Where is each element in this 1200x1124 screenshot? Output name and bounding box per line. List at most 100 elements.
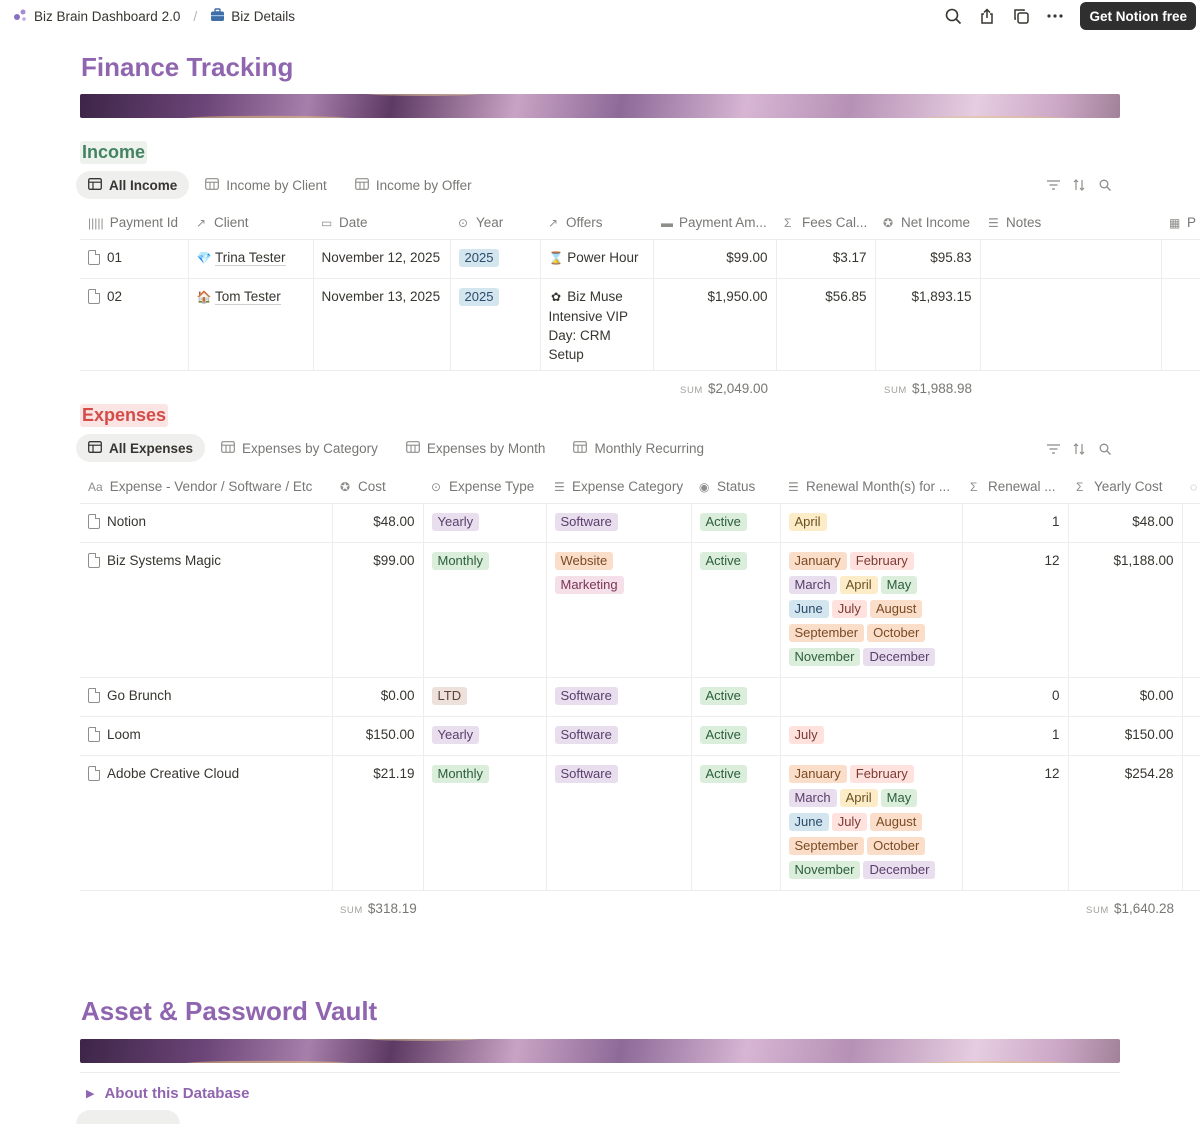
expense-name-cell[interactable]: Adobe Creative Cloud — [80, 755, 333, 891]
status-badge[interactable]: Active — [699, 512, 747, 531]
get-notion-free-button[interactable]: Get Notion free — [1080, 2, 1196, 30]
month-tag[interactable]: December — [863, 860, 936, 879]
search-icon[interactable] — [1098, 178, 1112, 192]
tab-monthly-recurring[interactable]: Monthly Recurring — [561, 434, 716, 462]
month-tag[interactable]: December — [863, 647, 936, 666]
column-header-net-income[interactable]: ✪ Net Income — [875, 206, 980, 240]
column-header-payment-amount[interactable]: ▬ Payment Am... — [653, 206, 776, 240]
expense-type-cell[interactable]: Monthly — [423, 755, 547, 891]
column-header-yearly-cost[interactable]: Σ Yearly Cost — [1068, 470, 1182, 504]
tab-income-by-offer[interactable]: Income by Offer — [343, 171, 484, 199]
table-row[interactable]: 02 🏠 Tom Tester November 13, 2025 2025 ✿… — [80, 278, 1200, 371]
expense-type-cell[interactable]: LTD — [423, 677, 547, 717]
expense-type-tag[interactable]: Monthly — [431, 551, 490, 570]
tab-all-income[interactable]: All Income — [76, 171, 190, 199]
cost-cell[interactable]: $48.00 — [332, 503, 424, 543]
month-tag[interactable]: November — [788, 860, 861, 879]
column-header-overflow[interactable]: ▦ P — [1161, 206, 1200, 240]
column-header-status[interactable]: ◉ Status — [691, 470, 780, 504]
column-header-expense-category[interactable]: ☰ Expense Category — [546, 470, 691, 504]
month-tag[interactable]: October — [867, 836, 926, 855]
overflow-cell[interactable] — [1182, 503, 1200, 543]
sort-icon[interactable] — [1072, 442, 1086, 456]
column-header-year[interactable]: ⊙ Year — [450, 206, 540, 240]
payment-amount[interactable]: $99.00 — [653, 239, 777, 279]
sort-icon[interactable] — [1072, 178, 1086, 192]
tab-all-expenses[interactable]: All Expenses — [76, 434, 206, 462]
column-header-expense[interactable]: Aa Expense - Vendor / Software / Etc — [80, 470, 332, 504]
year-tag[interactable]: 2025 — [458, 287, 500, 306]
month-tag[interactable]: July — [831, 812, 867, 831]
expense-name-cell[interactable]: Biz Systems Magic — [80, 542, 333, 678]
expense-name[interactable]: Notion — [107, 512, 146, 531]
category-tag[interactable]: Website — [554, 551, 614, 570]
month-tag[interactable]: June — [788, 599, 829, 618]
expense-name-cell[interactable]: Notion — [80, 503, 333, 543]
expense-type-cell[interactable]: Monthly — [423, 542, 547, 678]
status-badge[interactable]: Active — [699, 764, 747, 783]
share-icon[interactable] — [970, 2, 1004, 30]
table-row[interactable]: Biz Systems Magic $99.00 Monthly Website Mar… — [80, 542, 1200, 678]
offer-link[interactable]: Power Hour — [567, 250, 638, 265]
client-link[interactable]: Trina Tester — [215, 249, 286, 266]
month-tag[interactable]: June — [788, 812, 829, 831]
expense-type-tag[interactable]: Yearly — [431, 725, 480, 744]
month-tag[interactable]: September — [788, 623, 865, 642]
table-row[interactable]: Loom $150.00 Yearly Software Active July 1 $150… — [80, 716, 1200, 756]
category-tag[interactable]: Software — [554, 512, 618, 531]
status-cell[interactable]: Active — [691, 542, 781, 678]
tab-inactive-assets[interactable] — [308, 1110, 438, 1124]
column-header-date[interactable]: ▭ Date — [313, 206, 450, 240]
payment-amount[interactable]: $1,950.00 — [653, 278, 777, 371]
category-tag[interactable]: Marketing — [554, 575, 624, 594]
breadcrumb-item-dashboard[interactable]: Biz Brain Dashboard 2.0 — [34, 9, 180, 24]
cost-cell[interactable]: $150.00 — [332, 716, 424, 756]
month-tag[interactable]: April — [788, 512, 827, 531]
overflow-cell[interactable] — [1182, 542, 1200, 678]
expense-type-tag[interactable]: Monthly — [431, 764, 490, 783]
expense-category-cell[interactable]: Software — [546, 677, 692, 717]
expense-type-cell[interactable]: Yearly — [423, 503, 547, 543]
month-tag[interactable]: January — [788, 551, 847, 570]
tab-active-assets[interactable] — [184, 1110, 304, 1124]
column-header-cost[interactable]: ✪ Cost — [332, 470, 423, 504]
date-cell[interactable]: November 13, 2025 — [313, 278, 451, 371]
month-tag[interactable]: March — [788, 575, 837, 594]
column-header-renewals[interactable]: Σ Renewal ... — [962, 470, 1068, 504]
tab-income-by-client[interactable]: Income by Client — [193, 171, 339, 199]
renewal-months-cell[interactable] — [780, 677, 963, 717]
notes-cell[interactable] — [980, 278, 1162, 371]
cost-cell[interactable]: $99.00 — [332, 542, 424, 678]
date-cell[interactable]: November 12, 2025 — [313, 239, 451, 279]
more-icon[interactable] — [1038, 2, 1072, 30]
month-tag[interactable]: April — [839, 575, 878, 594]
expense-category-cell[interactable]: Software — [546, 503, 692, 543]
column-header-expense-type[interactable]: ⊙ Expense Type — [423, 470, 546, 504]
expense-name[interactable]: Adobe Creative Cloud — [107, 764, 239, 783]
expense-type-tag[interactable]: Yearly — [431, 512, 480, 531]
column-header-client[interactable]: ↗ Client — [188, 206, 313, 240]
status-badge[interactable]: Active — [699, 686, 747, 705]
breadcrumb-item-biz-details[interactable]: Biz Details — [231, 9, 295, 24]
month-tag[interactable]: July — [788, 725, 824, 744]
expense-category-cell[interactable]: Website Marketing — [546, 542, 692, 678]
expense-name[interactable]: Biz Systems Magic — [107, 551, 221, 570]
month-tag[interactable]: February — [849, 551, 914, 570]
column-header-offers[interactable]: ↗ Offers — [540, 206, 653, 240]
client-link[interactable]: Tom Tester — [215, 288, 281, 305]
column-header-overflow[interactable]: ◌ — [1182, 470, 1200, 504]
duplicate-icon[interactable] — [1004, 2, 1038, 30]
table-row[interactable]: Go Brunch $0.00 LTD Software Active 0 $0.00 — [80, 677, 1200, 717]
category-tag[interactable]: Software — [554, 725, 618, 744]
overflow-cell[interactable] — [1182, 677, 1200, 717]
renewal-months-cell[interactable]: January February March April May June July Augu… — [780, 755, 963, 891]
status-cell[interactable]: Active — [691, 503, 781, 543]
payment-id[interactable]: 01 — [107, 248, 122, 267]
month-tag[interactable]: March — [788, 788, 837, 807]
expense-category-cell[interactable]: Software — [546, 755, 692, 891]
cost-cell[interactable]: $21.19 — [332, 755, 424, 891]
tab-expenses-by-month[interactable]: Expenses by Month — [394, 434, 558, 462]
filter-icon[interactable] — [1046, 442, 1060, 456]
renewal-months-cell[interactable]: January February March April May June July Augu… — [780, 542, 963, 678]
month-tag[interactable]: January — [788, 764, 847, 783]
